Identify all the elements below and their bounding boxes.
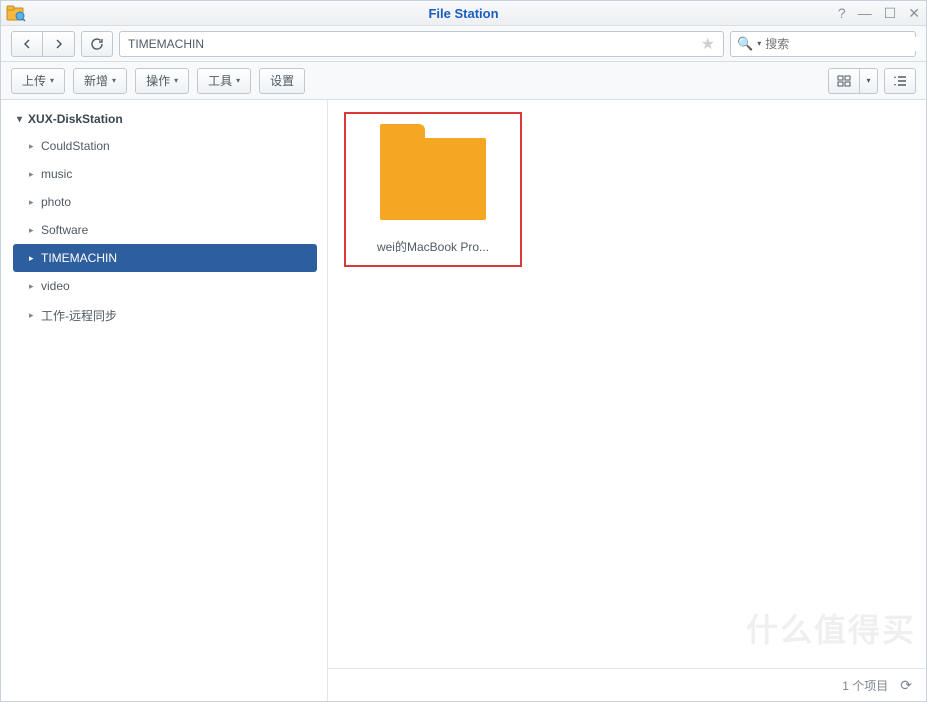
sidebar-item-work-sync[interactable]: ▸ 工作-远程同步 [1, 300, 327, 331]
path-input[interactable]: TIMEMACHIN ★ [119, 31, 724, 57]
search-field[interactable] [765, 37, 920, 51]
search-input[interactable]: 🔍 ▾ [730, 31, 916, 57]
favorite-star-icon[interactable]: ★ [701, 34, 715, 54]
nav-back-button[interactable] [11, 31, 43, 57]
help-icon[interactable]: ? [838, 6, 846, 20]
sidebar: ▾ XUX-DiskStation ▸ CouldStation ▸ music… [1, 100, 328, 701]
sidebar-item-timemachin[interactable]: ▸ TIMEMACHIN [13, 244, 317, 272]
sidebar-item-video[interactable]: ▸ video [1, 272, 327, 300]
search-dropdown-icon[interactable]: ▾ [757, 39, 761, 48]
file-item[interactable]: wei的MacBook Pro... [344, 112, 522, 267]
app-icon [5, 2, 27, 24]
statusbar-refresh-icon[interactable]: ⟳ [900, 677, 912, 694]
sidebar-item-music[interactable]: ▸ music [1, 160, 327, 188]
expand-icon: ▸ [29, 310, 34, 321]
item-count: 1 个项目 [842, 677, 888, 694]
expand-icon: ▸ [29, 225, 34, 236]
expand-icon: ▸ [29, 253, 34, 264]
expand-icon: ▸ [29, 281, 34, 292]
path-text: TIMEMACHIN [128, 37, 204, 51]
expand-icon: ▸ [29, 141, 34, 152]
settings-button[interactable]: 设置 [259, 68, 305, 94]
new-button[interactable]: 新增▾ [73, 68, 127, 94]
window-title: File Station [1, 6, 926, 21]
search-icon: 🔍 [737, 36, 753, 52]
sidebar-item-couldstation[interactable]: ▸ CouldStation [1, 132, 327, 160]
upload-button[interactable]: 上传▾ [11, 68, 65, 94]
nav-forward-button[interactable] [43, 31, 75, 57]
file-grid: wei的MacBook Pro... [328, 100, 926, 669]
action-button[interactable]: 操作▾ [135, 68, 189, 94]
sidebar-root[interactable]: ▾ XUX-DiskStation [1, 106, 327, 132]
expand-icon: ▸ [29, 169, 34, 180]
collapse-icon: ▾ [17, 114, 22, 125]
maximize-icon[interactable]: ☐ [884, 6, 897, 20]
sidebar-item-software[interactable]: ▸ Software [1, 216, 327, 244]
view-grid-button[interactable] [828, 68, 860, 94]
view-grid-dropdown[interactable]: ▾ [860, 68, 878, 94]
expand-icon: ▸ [29, 197, 34, 208]
close-icon[interactable]: ✕ [908, 6, 920, 20]
folder-icon [380, 124, 486, 220]
minimize-icon[interactable]: — [858, 6, 872, 20]
sort-button[interactable] [884, 68, 916, 94]
sidebar-item-photo[interactable]: ▸ photo [1, 188, 327, 216]
refresh-button[interactable] [81, 31, 113, 57]
tools-button[interactable]: 工具▾ [197, 68, 251, 94]
status-bar: 1 个项目 ⟳ [328, 669, 926, 701]
file-item-label: wei的MacBook Pro... [352, 238, 514, 255]
